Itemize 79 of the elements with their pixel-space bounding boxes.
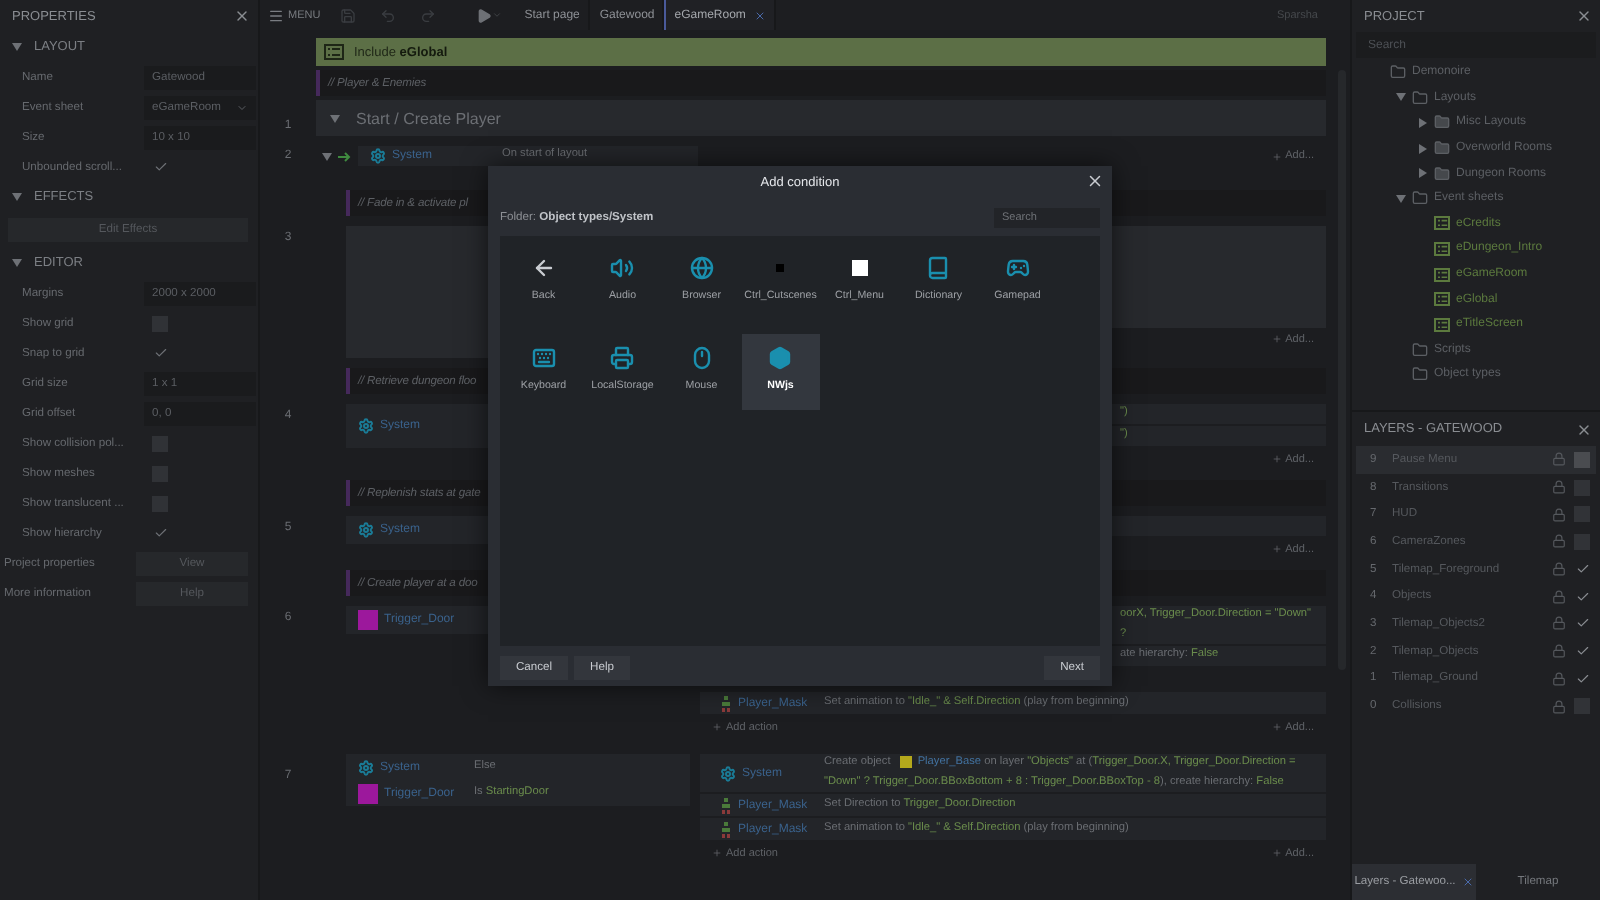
lock-icon[interactable] [1552,562,1566,577]
plus-icon [1271,151,1282,161]
gear-icon [358,522,374,538]
event-sheet-icon [1434,241,1450,256]
sprite-icon [720,797,732,813]
folder-icon [1412,190,1428,207]
caret-icon[interactable] [1417,168,1427,179]
lock-icon[interactable] [1552,480,1566,495]
caret-icon[interactable] [1395,193,1405,204]
visibility-checkbox[interactable] [1574,670,1590,687]
plus-icon [1271,544,1282,554]
close-icon[interactable] [753,9,766,21]
list-icon [324,44,344,60]
keyboard-icon [531,346,556,371]
event-sheet-icon [1434,216,1450,231]
plus-icon [712,848,722,858]
lock-icon[interactable] [1552,507,1566,522]
close-icon[interactable] [1576,8,1592,24]
gamepad-icon [1005,256,1030,281]
caret-icon[interactable] [12,258,22,268]
checkbox[interactable] [152,345,168,361]
globe-icon [689,256,714,281]
caret-icon[interactable] [322,151,332,161]
close-icon[interactable] [234,8,250,24]
back-arrow-icon [531,256,556,281]
gear-icon [720,765,736,781]
folder-icon [1390,64,1406,81]
chevron-icon [236,101,248,113]
plus-icon [1271,454,1282,464]
folder-icon [1434,165,1450,182]
event-sheet-icon [1434,317,1450,332]
folder-icon [1434,114,1450,131]
gear-icon [358,418,374,434]
hexagon-icon [768,346,793,371]
plus-icon [1271,334,1282,344]
book-icon [926,256,951,281]
caret-icon[interactable] [1417,117,1427,128]
event-sheet-icon [1434,267,1450,282]
visibility-checkbox[interactable] [1574,561,1590,578]
sprite-icon [720,695,732,711]
plus-icon [712,722,722,732]
sprite-icon [720,821,732,837]
caret-icon[interactable] [330,113,340,123]
visibility-checkbox[interactable] [1574,643,1590,660]
trigger-arrow-icon [338,151,352,161]
gear-icon [358,759,374,775]
lock-icon[interactable] [1552,644,1566,659]
lock-icon[interactable] [1552,589,1566,604]
lock-icon[interactable] [1552,699,1566,714]
lock-icon[interactable] [1552,616,1566,631]
folder-icon [1412,89,1428,106]
folder-icon [1434,140,1450,157]
close-icon[interactable] [1461,876,1474,888]
lock-icon[interactable] [1552,534,1566,549]
lock-icon[interactable] [1552,671,1566,686]
mouse-icon [689,346,714,371]
caret-icon[interactable] [1395,92,1405,103]
plus-icon [1271,848,1282,858]
play-icon[interactable] [476,7,493,23]
checkbox[interactable] [152,159,168,175]
caret-icon[interactable] [12,42,22,52]
close-button[interactable] [1086,172,1104,190]
plus-icon [1271,722,1282,732]
printer-icon [610,346,635,371]
menu-icon [268,7,284,23]
gear-icon [370,148,386,164]
group-title: Start / Create Player [356,109,501,127]
close-icon[interactable] [1576,421,1592,437]
caret-icon[interactable] [1417,143,1427,154]
lock-icon[interactable] [1552,452,1566,467]
speaker-icon [610,256,635,281]
visibility-checkbox[interactable] [1574,588,1590,605]
event-sheet-icon [1434,292,1450,307]
folder-icon [1412,366,1428,383]
visibility-checkbox[interactable] [1574,615,1590,632]
folder-icon [1412,341,1428,358]
checkbox[interactable] [152,525,168,541]
caret-icon[interactable] [12,192,22,202]
visibility-checkbox[interactable] [1574,451,1590,468]
